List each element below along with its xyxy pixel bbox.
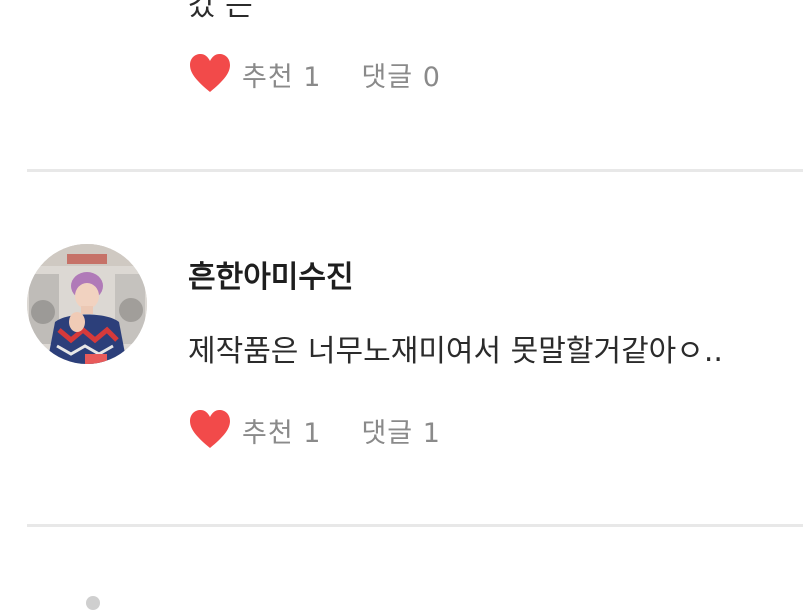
comment-text: 제작품은 너무노재미여서 못말할거같아ㅇ..: [188, 334, 723, 369]
reply-count[interactable]: 댓글 0: [331, 55, 440, 94]
previous-comment-actions: 추천 1 댓글 0: [188, 52, 441, 96]
like-count[interactable]: 추천 1: [242, 55, 321, 94]
comment-divider: [27, 169, 803, 172]
reply-count[interactable]: 댓글 1: [331, 411, 440, 450]
comment-divider: [27, 524, 803, 527]
avatar[interactable]: [27, 244, 147, 364]
comment-author[interactable]: 흔한아미수진: [188, 252, 354, 296]
comment-actions: 추천 1 댓글 1: [188, 408, 441, 452]
like-count[interactable]: 추천 1: [242, 411, 321, 450]
next-comment-avatar-edge: [86, 596, 100, 610]
heart-icon[interactable]: [188, 408, 232, 452]
heart-icon[interactable]: [188, 52, 232, 96]
previous-comment-text: 갔 는: [188, 0, 253, 23]
